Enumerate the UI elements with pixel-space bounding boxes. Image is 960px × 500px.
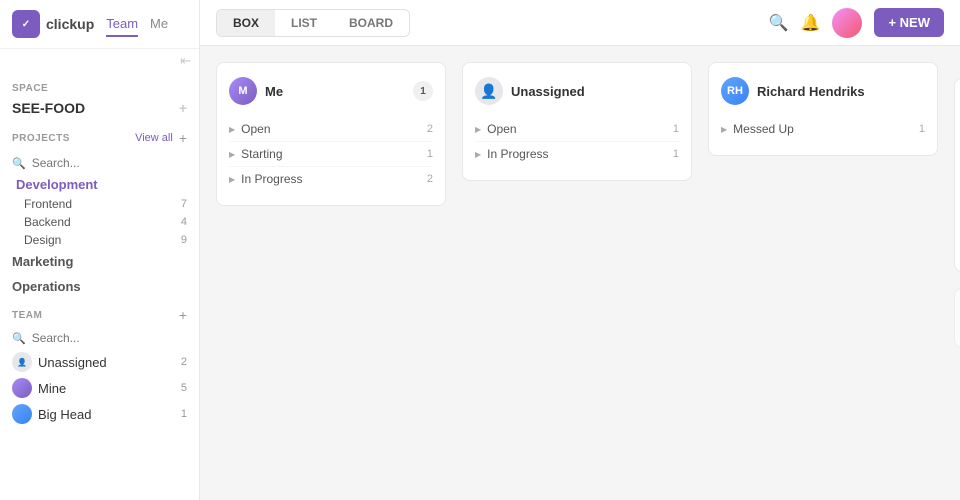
space-add-icon[interactable]: +: [179, 100, 187, 116]
chevron-icon: ▶: [475, 125, 481, 134]
chevron-icon: ▶: [229, 125, 235, 134]
nav-team[interactable]: Team: [106, 12, 138, 37]
projects-search: 🔍: [0, 152, 199, 174]
unassigned-card-avatar: 👤: [475, 77, 503, 105]
cards-area: M Me 1 ▶ Open 2 ▶ Starting 1 ▶ In Progre…: [200, 46, 960, 500]
projects-search-input[interactable]: [32, 156, 187, 170]
me-row-open[interactable]: ▶ Open 2: [229, 117, 433, 142]
unassigned-row-inprogress[interactable]: ▶ In Progress 1: [475, 142, 679, 166]
me-badge: 1: [413, 81, 433, 101]
projects-actions: View all +: [135, 130, 187, 146]
space-name: SEE-FOOD +: [0, 98, 199, 124]
card-richard: RH Richard Hendriks ▶ Messed Up 1: [708, 62, 938, 156]
mine-avatar: [12, 378, 32, 398]
team-search: 🔍: [0, 327, 199, 349]
logo-icon: ✓: [12, 10, 40, 38]
team-member-unassigned[interactable]: 👤 Unassigned 2: [0, 349, 199, 375]
team-header: TEAM +: [0, 299, 199, 327]
logo-text: clickup: [46, 16, 94, 32]
sidebar-item-backend[interactable]: Backend 4: [0, 213, 199, 231]
collapse-button[interactable]: ⇤: [180, 53, 191, 69]
view-all-link[interactable]: View all: [135, 132, 173, 144]
bighead-avatar: [12, 404, 32, 424]
space-label: SPACE: [0, 73, 199, 98]
card-bottom-1: [954, 288, 960, 348]
main-content: BOX LIST BOARD 🔍 🔔 + NEW M Me 1 ▶ Op: [200, 0, 960, 500]
sidebar-item-design[interactable]: Design 9: [0, 231, 199, 249]
column-unassigned: 👤 Unassigned ▶ Open 1 ▶ In Progress 1: [462, 62, 692, 197]
team-search-icon: 🔍: [12, 332, 26, 345]
tab-box[interactable]: BOX: [217, 10, 275, 36]
team-add-button[interactable]: +: [179, 307, 187, 323]
projects-add-button[interactable]: +: [179, 130, 187, 146]
chevron-icon: ▶: [475, 150, 481, 159]
view-tabs: BOX LIST BOARD: [216, 9, 410, 37]
topbar: BOX LIST BOARD 🔍 🔔 + NEW: [200, 0, 960, 46]
tab-board[interactable]: BOARD: [333, 10, 409, 36]
card-unassigned: 👤 Unassigned ▶ Open 1 ▶ In Progress 1: [462, 62, 692, 181]
card-unassigned-title: Unassigned: [511, 84, 679, 99]
richard-row-messedup[interactable]: ▶ Messed Up 1: [721, 117, 925, 141]
card-me: M Me 1 ▶ Open 2 ▶ Starting 1 ▶ In Progre…: [216, 62, 446, 206]
richard-avatar: RH: [721, 77, 749, 105]
sidebar-item-operations[interactable]: Operations: [0, 274, 199, 299]
column-me: M Me 1 ▶ Open 2 ▶ Starting 1 ▶ In Progre…: [216, 62, 446, 222]
card-me-title: Me: [265, 84, 405, 99]
me-row-starting[interactable]: ▶ Starting 1: [229, 142, 433, 167]
column-dinesh: DC Dinesh Chugtai ▶ Open 2 ▶ Starting 3 …: [954, 62, 960, 364]
unassigned-row-open[interactable]: ▶ Open 1: [475, 117, 679, 142]
projects-search-icon: 🔍: [12, 157, 26, 170]
notification-icon[interactable]: 🔔: [801, 13, 821, 33]
me-row-inprogress[interactable]: ▶ In Progress 2: [229, 167, 433, 191]
team-member-bighead[interactable]: Big Head 1: [0, 401, 199, 427]
sidebar-item-development[interactable]: Development: [0, 174, 199, 195]
projects-label: PROJECTS: [12, 133, 70, 144]
card-richard-header: RH Richard Hendriks: [721, 77, 925, 105]
chevron-icon: ▶: [229, 150, 235, 159]
tab-list[interactable]: LIST: [275, 10, 333, 36]
topbar-right: 🔍 🔔 + NEW: [769, 8, 944, 38]
search-icon[interactable]: 🔍: [769, 13, 789, 33]
card-unassigned-header: 👤 Unassigned: [475, 77, 679, 105]
chevron-icon: ▶: [721, 125, 727, 134]
sidebar: ✓ clickup Team Me ⇤ SPACE SEE-FOOD + PRO…: [0, 0, 200, 500]
sidebar-header: ✓ clickup Team Me: [0, 0, 199, 49]
nav-me[interactable]: Me: [150, 12, 168, 37]
team-label: TEAM: [12, 310, 42, 321]
card-richard-title: Richard Hendriks: [757, 84, 925, 99]
unassigned-avatar: 👤: [12, 352, 32, 372]
sidebar-item-frontend[interactable]: Frontend 7: [0, 195, 199, 213]
team-member-mine[interactable]: Mine 5: [0, 375, 199, 401]
projects-header: PROJECTS View all +: [0, 124, 199, 152]
chevron-icon: ▶: [229, 175, 235, 184]
sidebar-item-marketing[interactable]: Marketing: [0, 249, 199, 274]
card-dinesh: DC Dinesh Chugtai ▶ Open 2 ▶ Starting 3 …: [954, 78, 960, 272]
team-search-input[interactable]: [32, 331, 187, 345]
me-avatar: M: [229, 77, 257, 105]
card-me-header: M Me 1: [229, 77, 433, 105]
column-richard: RH Richard Hendriks ▶ Messed Up 1: [708, 62, 938, 172]
user-avatar[interactable]: [832, 8, 862, 38]
new-button[interactable]: + NEW: [874, 8, 944, 37]
